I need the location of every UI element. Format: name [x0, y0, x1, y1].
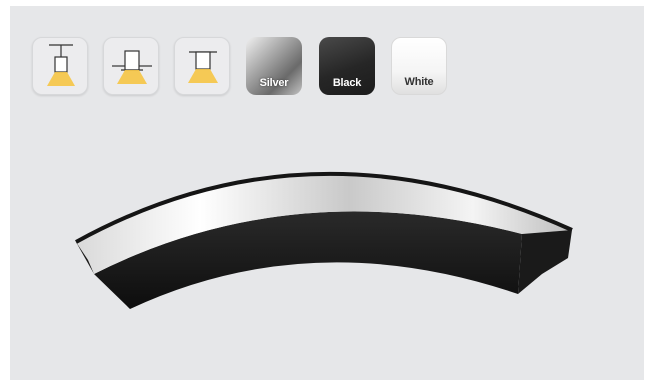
profile-end-cap: [518, 230, 572, 294]
product-configurator-panel: Silver Black White: [10, 6, 644, 380]
curved-profile-preview: [75, 171, 573, 309]
